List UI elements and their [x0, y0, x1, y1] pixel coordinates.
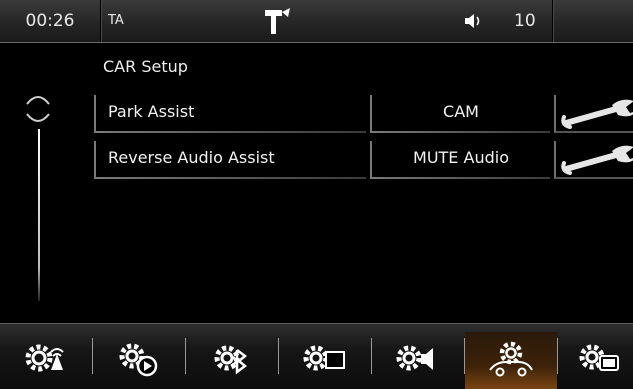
status-divider [100, 0, 101, 42]
setting-label: Reverse Audio Assist [108, 148, 275, 167]
gear-car-icon [489, 341, 533, 377]
status-divider [552, 0, 553, 42]
setting-label-button[interactable]: Reverse Audio Assist [94, 141, 366, 179]
gear-speaker-icon [396, 345, 433, 371]
settings-wrench-button[interactable] [554, 141, 633, 179]
tab-display-settings[interactable] [279, 332, 371, 389]
scroll-up-button[interactable] [24, 91, 52, 105]
setting-row-park-assist: Park Assist CAM [94, 95, 633, 133]
wrench-icon [561, 99, 633, 129]
tab-bluetooth-settings[interactable] [186, 332, 278, 389]
setting-value-button[interactable]: MUTE Audio [370, 141, 550, 179]
tab-media-settings[interactable] [93, 332, 185, 389]
scroll-down-button[interactable] [24, 111, 52, 125]
volume-value: 10 [514, 11, 536, 31]
tab-radio-settings[interactable] [0, 332, 92, 389]
turn-right-arrow-icon [262, 6, 296, 48]
setting-value: CAM [443, 102, 479, 121]
gear-antenna-icon [25, 344, 64, 372]
clock: 00:26 [25, 11, 75, 31]
setting-label-button[interactable]: Park Assist [94, 95, 366, 133]
gear-screen-icon [579, 344, 619, 371]
settings-wrench-button[interactable] [554, 95, 633, 133]
car-setup-panel: CAR Setup Park Assist CAM Reverse Audio … [0, 43, 633, 323]
setting-value: MUTE Audio [413, 148, 509, 167]
settings-tab-bar [0, 323, 633, 389]
gear-bluetooth-icon [214, 345, 248, 375]
setting-value-button[interactable]: CAM [370, 95, 550, 133]
tab-sound-settings[interactable] [372, 332, 464, 389]
scrollbar[interactable] [38, 129, 40, 301]
tab-car-settings[interactable] [465, 332, 557, 389]
setting-label: Park Assist [108, 102, 195, 121]
gear-display-icon [303, 345, 345, 371]
page-title: CAR Setup [103, 57, 188, 76]
traffic-announcement-indicator[interactable]: TA [108, 0, 124, 42]
status-bar: 00:26 TA 10 [0, 0, 633, 43]
wrench-icon [561, 145, 633, 175]
tab-screen-settings[interactable] [558, 332, 633, 389]
setting-row-reverse-audio-assist: Reverse Audio Assist MUTE Audio [94, 141, 633, 179]
gear-play-icon [119, 343, 158, 377]
